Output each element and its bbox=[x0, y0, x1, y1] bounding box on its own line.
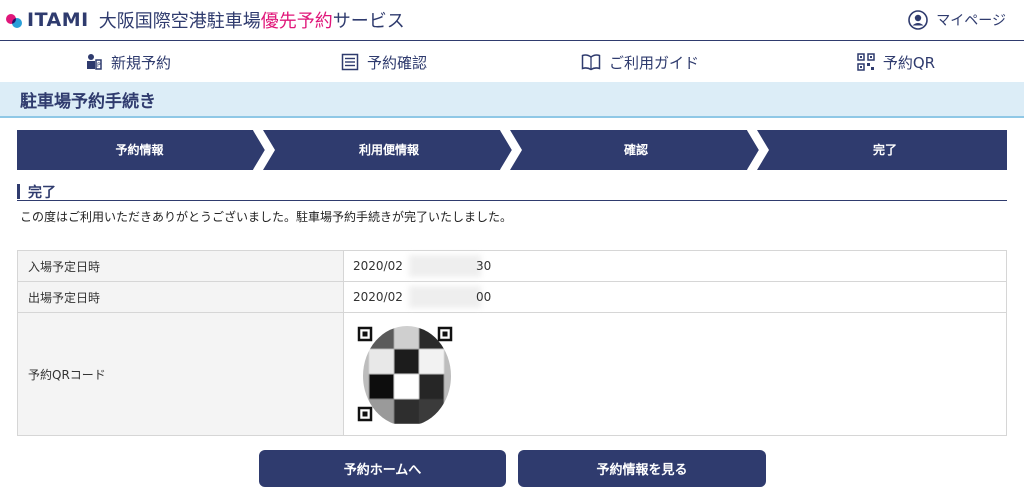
itami-logo[interactable]: ITAMI bbox=[6, 0, 89, 41]
qr-code-icon bbox=[857, 53, 875, 71]
progress-steps: 予約情報 利用便情報 確認 完了 bbox=[17, 130, 1007, 170]
step-2-label: 利用便情報 bbox=[358, 143, 419, 157]
parking-person-icon: P bbox=[86, 54, 102, 70]
site-title-post: サービス bbox=[332, 11, 405, 32]
list-icon bbox=[341, 53, 359, 71]
step-4-label: 完了 bbox=[872, 143, 897, 157]
step-3-label: 確認 bbox=[623, 143, 648, 157]
book-icon bbox=[581, 54, 601, 71]
reservation-home-button[interactable]: 予約ホームへ bbox=[259, 450, 506, 487]
reservation-info-table: 入場予定日時 2020/02 30 出場予定日時 2020/02 00 予約QR… bbox=[17, 250, 1007, 436]
page-title: 駐車場予約手続き bbox=[20, 91, 156, 112]
nav-new-reservation-label: 新規予約 bbox=[110, 53, 171, 72]
qr-code-cell bbox=[343, 312, 1007, 436]
nav-usage-guide[interactable]: ご利用ガイド bbox=[512, 42, 768, 82]
section-heading-bar bbox=[17, 184, 20, 199]
logo-mark-icon bbox=[6, 11, 24, 29]
entry-datetime-label: 入場予定日時 bbox=[17, 250, 344, 282]
reservation-qr-code bbox=[357, 324, 457, 424]
nav-usage-guide-label: ご利用ガイド bbox=[608, 53, 699, 72]
nav-new-reservation[interactable]: P 新規予約 bbox=[0, 42, 256, 82]
site-title-highlight: 優先予約 bbox=[260, 11, 333, 32]
view-reservation-button[interactable]: 予約情報を見る bbox=[518, 450, 766, 487]
entry-datetime-end: 30 bbox=[476, 259, 492, 273]
entry-datetime-value: 2020/02 30 bbox=[343, 250, 1007, 282]
site-title: 大阪国際空港駐車場優先予約サービス bbox=[99, 7, 405, 33]
redaction-mask bbox=[409, 286, 481, 308]
section-heading-text: 完了 bbox=[28, 184, 56, 201]
section-heading: 完了 bbox=[17, 183, 1007, 201]
logo-text: ITAMI bbox=[27, 9, 89, 31]
exit-datetime-end: 00 bbox=[476, 290, 492, 304]
exit-datetime-start: 2020/02 bbox=[353, 290, 403, 304]
step-1-label: 予約情報 bbox=[115, 143, 164, 157]
qr-code-image bbox=[357, 326, 453, 424]
nav-confirm-reservation-label: 予約確認 bbox=[366, 53, 427, 72]
header: ITAMI 大阪国際空港駐車場優先予約サービス マイページ bbox=[0, 0, 1024, 41]
exit-datetime-label: 出場予定日時 bbox=[17, 281, 344, 313]
redaction-mask bbox=[409, 255, 481, 277]
page-title-bar: 駐車場予約手続き bbox=[0, 82, 1024, 118]
completion-message: この度はご利用いただきありがとうございました。駐車場予約手続きが完了いたしました… bbox=[20, 210, 513, 224]
exit-datetime-value: 2020/02 00 bbox=[343, 281, 1007, 313]
mypage-label: マイページ bbox=[936, 13, 1006, 29]
table-row: 予約QRコード bbox=[17, 312, 1007, 436]
user-icon bbox=[908, 10, 929, 30]
nav-reservation-qr[interactable]: 予約QR bbox=[768, 42, 1024, 82]
table-row: 出場予定日時 2020/02 00 bbox=[17, 281, 1007, 313]
mypage-link[interactable]: マイページ bbox=[908, 10, 1006, 30]
entry-datetime-start: 2020/02 bbox=[353, 259, 403, 273]
qr-code-label: 予約QRコード bbox=[17, 312, 344, 436]
site-title-pre: 大阪国際空港駐車場 bbox=[98, 11, 261, 32]
nav-confirm-reservation[interactable]: 予約確認 bbox=[256, 42, 512, 82]
nav-reservation-qr-label: 予約QR bbox=[882, 53, 936, 72]
table-row: 入場予定日時 2020/02 30 bbox=[17, 250, 1007, 282]
main-nav: P 新規予約 予約確認 ご利用ガイド 予約QR bbox=[0, 42, 1024, 82]
svg-text:P: P bbox=[97, 62, 101, 69]
